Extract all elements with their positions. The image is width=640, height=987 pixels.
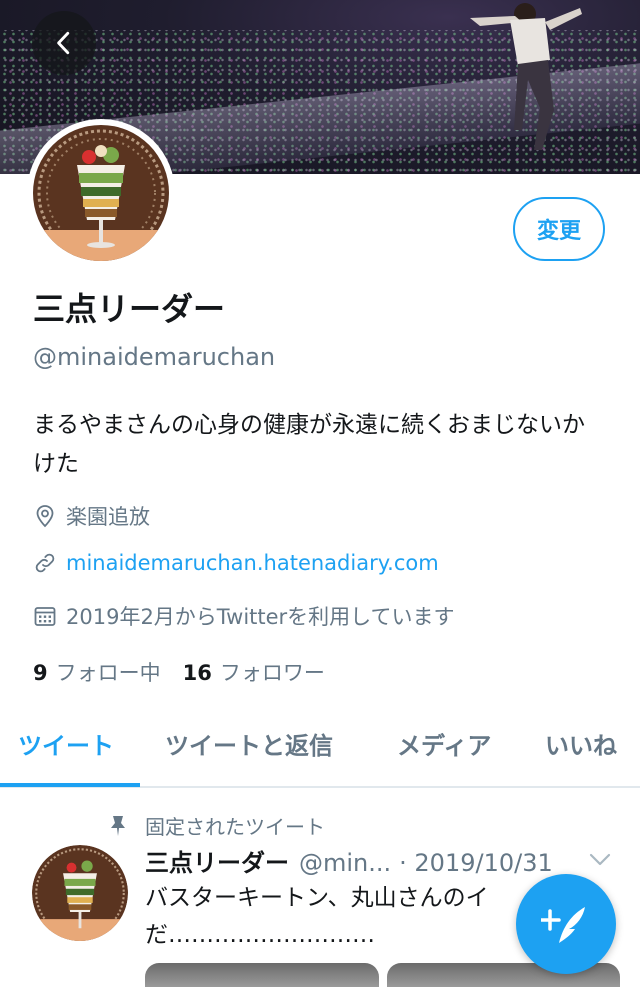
tab-tweets-and-replies[interactable]: ツイートと返信: [165, 726, 333, 761]
profile-website-link[interactable]: minaidemaruchan.hatenadiary.com: [33, 551, 439, 575]
tweet-author-handle[interactable]: @min...: [299, 849, 391, 877]
back-button[interactable]: [32, 11, 96, 75]
tab-media[interactable]: メディア: [397, 726, 491, 761]
calendar-icon: [34, 607, 56, 626]
media-thumbnail[interactable]: [145, 963, 379, 987]
display-name: 三点リーダー: [33, 290, 226, 328]
tweet-header: 三点リーダー @min... · 2019/10/31: [145, 843, 620, 878]
profile-avatar[interactable]: [27, 119, 175, 267]
profile-joined-date: 2019年2月からTwitterを利用しています: [33, 601, 455, 631]
banner-performer: [470, 3, 582, 150]
tweet-date[interactable]: · 2019/10/31: [399, 849, 553, 877]
compose-tweet-icon: [541, 907, 585, 943]
parfait-avatar-image: [33, 125, 169, 261]
link-icon: [35, 553, 55, 573]
active-tab-indicator: [0, 783, 140, 787]
edit-profile-button[interactable]: 変更: [513, 197, 605, 261]
website-text[interactable]: minaidemaruchan.hatenadiary.com: [66, 551, 439, 575]
tweet-author-avatar[interactable]: [32, 845, 128, 941]
joined-text: 2019年2月からTwitterを利用しています: [66, 605, 455, 629]
followers-label[interactable]: フォロワー: [220, 657, 325, 687]
tweet-author-name[interactable]: 三点リーダー: [145, 843, 289, 878]
profile-bio: まるやまさんの心身の健康が永遠に続くおまじないかけた: [33, 412, 585, 477]
following-count[interactable]: 9: [33, 661, 48, 685]
profile-handle: @minaidemaruchan: [33, 343, 276, 371]
parfait-avatar-image-small: [32, 845, 128, 941]
followers-count[interactable]: 16: [183, 661, 212, 685]
follow-stats: 9 フォロー中 16 フォロワー: [33, 657, 347, 687]
chevron-left-icon: [57, 31, 70, 55]
pinned-text: 固定されたツイート: [145, 815, 325, 839]
following-label[interactable]: フォロー中: [56, 657, 161, 687]
tab-tweets[interactable]: ツイート: [18, 726, 114, 761]
profile-tabs: ツイート ツイートと返信 メディア いいね: [0, 702, 640, 788]
pinned-tweet-label: 固定されたツイート: [106, 811, 325, 840]
location-text: 楽園追放: [66, 505, 150, 529]
tab-likes[interactable]: いいね: [545, 726, 617, 761]
compose-tweet-button[interactable]: [516, 874, 616, 974]
profile-location: 楽園追放: [33, 501, 150, 531]
pushpin-icon: [111, 815, 125, 836]
map-pin-icon: [36, 505, 54, 528]
chevron-down-icon[interactable]: [588, 850, 612, 870]
